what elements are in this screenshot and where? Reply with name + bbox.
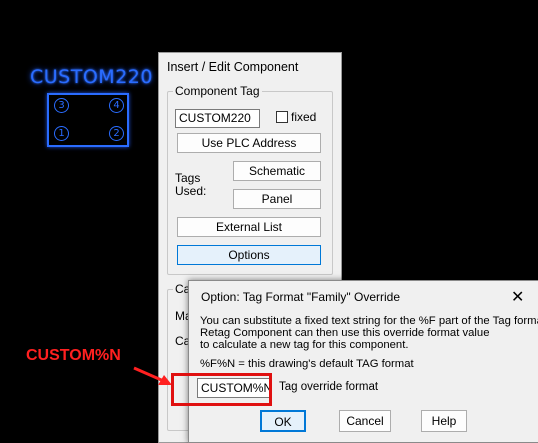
ok-button[interactable]: OK bbox=[260, 410, 306, 432]
dialog-title: Insert / Edit Component bbox=[167, 60, 299, 74]
annotation-highlight-frame bbox=[171, 373, 272, 406]
component-symbol[interactable]: 3 4 1 2 bbox=[47, 93, 129, 147]
close-icon[interactable]: ✕ bbox=[511, 287, 524, 307]
tag-input[interactable]: CUSTOM220 bbox=[175, 109, 260, 128]
pin-4: 4 bbox=[109, 98, 124, 113]
description-line-3: to calculate a new tag for this componen… bbox=[200, 339, 409, 351]
default-format-note: %F%N = this drawing's default TAG format bbox=[200, 358, 414, 370]
fixed-checkbox[interactable] bbox=[276, 111, 288, 123]
description-line-1: You can substitute a fixed text string f… bbox=[200, 315, 538, 327]
cancel-button[interactable]: Cancel bbox=[339, 410, 391, 432]
schematic-button[interactable]: Schematic bbox=[233, 161, 321, 181]
pin-3: 3 bbox=[54, 98, 69, 113]
fixed-label: fixed bbox=[291, 110, 317, 124]
annotation-label: CUSTOM%N bbox=[26, 347, 121, 364]
description-line-2: Retag Component can then use this overri… bbox=[200, 327, 490, 339]
component-tag-group-label: Component Tag bbox=[173, 84, 262, 98]
pin-2: 2 bbox=[109, 126, 124, 141]
tag-format-override-dialog: Option: Tag Format "Family" Override ✕ Y… bbox=[188, 280, 538, 443]
tag-override-label: Tag override format bbox=[279, 381, 379, 393]
option-dialog-title: Option: Tag Format "Family" Override bbox=[201, 290, 401, 304]
help-button[interactable]: Help bbox=[421, 410, 467, 432]
panel-button[interactable]: Panel bbox=[233, 189, 321, 209]
external-list-button[interactable]: External List bbox=[177, 217, 321, 237]
tags-used-label: Tags Used: bbox=[175, 171, 207, 198]
component-tag-text: CUSTOM220 bbox=[30, 66, 153, 88]
use-plc-address-button[interactable]: Use PLC Address bbox=[177, 133, 321, 153]
options-button[interactable]: Options bbox=[177, 245, 321, 265]
pin-1: 1 bbox=[54, 126, 69, 141]
